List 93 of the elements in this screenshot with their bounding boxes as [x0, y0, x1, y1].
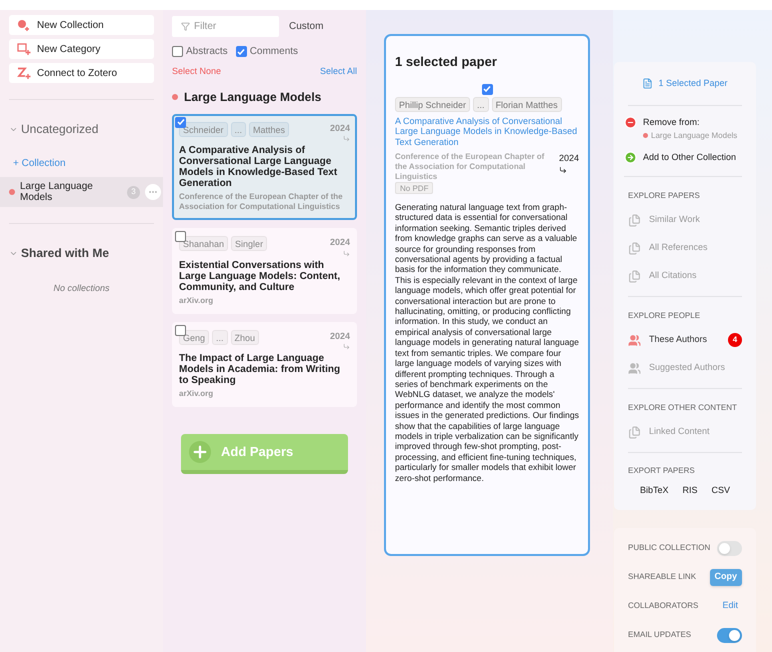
reply-arrow-icon: [343, 135, 350, 142]
plus-icon: [189, 441, 211, 463]
checkbox-label: Abstracts: [186, 45, 228, 59]
select-all-link[interactable]: Select All: [320, 65, 357, 78]
section-title: EXPLORE PEOPLE: [628, 310, 702, 322]
author-chip[interactable]: Schneider: [179, 122, 228, 136]
collection-name: Large Language Models: [20, 181, 94, 203]
paper-title[interactable]: Existential Conversations with Large Language Models: Content, Community, and Culture: [179, 260, 350, 292]
section-title: EXPLORE OTHER CONTENT: [628, 402, 738, 414]
checkbox[interactable]: [175, 231, 186, 242]
paper-venue: arXiv.org: [179, 296, 214, 306]
explore-item[interactable]: All References: [649, 241, 708, 255]
sidebar-action-button[interactable]: New Collection: [9, 15, 154, 35]
people-icon: [628, 334, 641, 346]
category-add-icon: [17, 43, 31, 55]
author-chip[interactable]: Singler: [231, 236, 268, 251]
papers-icon: [628, 426, 641, 438]
setting-label: SHAREABLE LINK: [628, 571, 696, 583]
author-chip[interactable]: Florian Matthes: [492, 96, 562, 112]
collection-name: Large Language Models: [651, 130, 738, 142]
abstract-text: Generating natural language text from graph-structured data is essential for conversational information seeking. Semantic triples derived from knowledge graphs can serve as a valuable source for grounding responses from conversational agents by providing a factual basis for the information they communicate. This is especially relevant in the context of large language models, which offer great potential for conversational interaction but are prone to hallucinating, omitting, or producing conflicting information. In this study, we conduct an empirical analysis of conversational large language models in generating natural language text from semantic triples. We compare four large language models of varying sizes with different prompting techniques. Through a series of benchmark experiments on the WebNLG dataset, we analyze the models' performance and identify the most common issues in the generated predictions. Our findings show that the capabilities of large language models in triple verbalization can be significantly improved through few-shot prompting, post-processing, and efficient fine-tuning techniques, particularly for smaller models that exhibit lower zero-shot performance.: [395, 202, 579, 483]
panel-header[interactable]: 1 Selected Paper: [658, 76, 728, 90]
explore-item[interactable]: All Citations: [649, 269, 697, 283]
reply-arrow-icon: [343, 343, 350, 350]
section-title: Uncategorized: [21, 121, 98, 138]
year-label: 2024: [330, 236, 350, 249]
author-chip[interactable]: Shanahan: [179, 236, 228, 251]
year-label: 2024: [330, 122, 350, 134]
document-icon: [642, 78, 654, 89]
sidebar-action-button[interactable]: Connect to Zotero: [9, 63, 154, 83]
people-icon: [628, 362, 641, 374]
year-label: 2024: [558, 152, 579, 165]
paper-card[interactable]: Shanahan Singler 2024 Existential Conversations with Large Language Models: Content, Community, and Culture arXiv.org: [172, 228, 357, 314]
export-format-button[interactable]: RIS: [682, 484, 698, 498]
reply-arrow-icon: [343, 250, 350, 256]
collection-heading: Large Language Models: [184, 88, 322, 106]
checkbox[interactable]: [175, 116, 186, 128]
checkbox[interactable]: [175, 324, 186, 336]
remove-icon: [624, 116, 637, 129]
reply-arrow-icon: [558, 166, 567, 174]
paper-title-link[interactable]: A Comparative Analysis of Conversational Large Language Models in Knowledge-Based Text Generation: [395, 116, 579, 147]
count-badge: 4: [728, 333, 742, 347]
paper-card[interactable]: Geng ... Zhou 2024 The Impact of Large Language Models in Academia: from Writing to Speaking arXiv.org: [172, 322, 357, 407]
copy-button[interactable]: Copy: [710, 568, 742, 586]
papers-icon: [628, 270, 641, 282]
setting-label: COLLABORATORS: [628, 600, 698, 612]
pdf-status-badge: No PDF: [395, 182, 434, 194]
setting-label: PUBLIC COLLECTION: [628, 542, 710, 554]
sidebar-action-button[interactable]: New Category: [9, 39, 154, 59]
toggle-switch[interactable]: [717, 628, 742, 642]
author-chip[interactable]: Matthes: [249, 122, 290, 136]
paper-title[interactable]: The Impact of Large Language Models in Academia: from Writing to Speaking: [179, 353, 350, 386]
select-none-link[interactable]: Select None: [172, 65, 222, 78]
explore-item[interactable]: Similar Work: [649, 213, 700, 227]
author-chip[interactable]: Phillip Schneider: [395, 96, 470, 112]
section-title: EXPORT PAPERS: [628, 465, 696, 477]
papers-icon: [628, 242, 641, 254]
paper-title[interactable]: A Comparative Analysis of Conversational Large Language Models in Knowledge-Based Text Generation: [179, 145, 350, 189]
collection-add-icon: [17, 19, 31, 31]
edit-link[interactable]: Edit: [722, 599, 738, 613]
explore-item[interactable]: Linked Content: [649, 425, 710, 439]
filter-field[interactable]: Filter: [172, 16, 279, 37]
empty-message: No collections: [52, 282, 111, 295]
export-format-button[interactable]: CSV: [712, 484, 730, 498]
paper-card[interactable]: [172, 114, 357, 220]
author-chip[interactable]: ...: [230, 122, 246, 136]
author-chip[interactable]: Zhou: [230, 330, 260, 344]
papers-icon: [628, 214, 641, 226]
year-label: 2024: [330, 330, 350, 342]
checkbox[interactable]: [482, 84, 492, 94]
export-format-button[interactable]: BibTeX: [640, 484, 668, 498]
explore-item[interactable]: These Authors: [649, 333, 708, 347]
custom-label[interactable]: Custom: [289, 19, 324, 34]
author-chip[interactable]: ...: [473, 96, 489, 112]
explore-item[interactable]: Suggested Authors: [649, 361, 726, 375]
checkbox-label: Comments: [250, 45, 298, 59]
toggle-switch[interactable]: [717, 540, 742, 556]
author-chip[interactable]: Geng: [179, 330, 210, 344]
author-chip[interactable]: ...: [212, 330, 228, 344]
add-to-collection-action[interactable]: Add to Other Collection: [643, 150, 736, 164]
add-collection-link[interactable]: + Collection: [13, 156, 66, 171]
checkbox[interactable]: [236, 46, 247, 57]
detail-heading: 1 selected paper: [395, 53, 498, 71]
paper-venue: Conference of the European Chapter of the Association for Computational Linguistics: [179, 192, 344, 212]
zotero-add-icon: [17, 67, 31, 79]
section-title: EXPLORE PAPERS: [628, 190, 701, 202]
paper-venue: Conference of the European Chapter of the Association for Computational Linguistics: [395, 152, 546, 182]
filter-icon: [181, 22, 190, 31]
paper-venue: arXiv.org: [179, 389, 214, 399]
remove-action[interactable]: Remove from:: [643, 116, 738, 130]
checkbox[interactable]: [172, 46, 183, 57]
section-title: Shared with Me: [21, 245, 110, 262]
setting-label: EMAIL UPDATES: [628, 629, 692, 641]
